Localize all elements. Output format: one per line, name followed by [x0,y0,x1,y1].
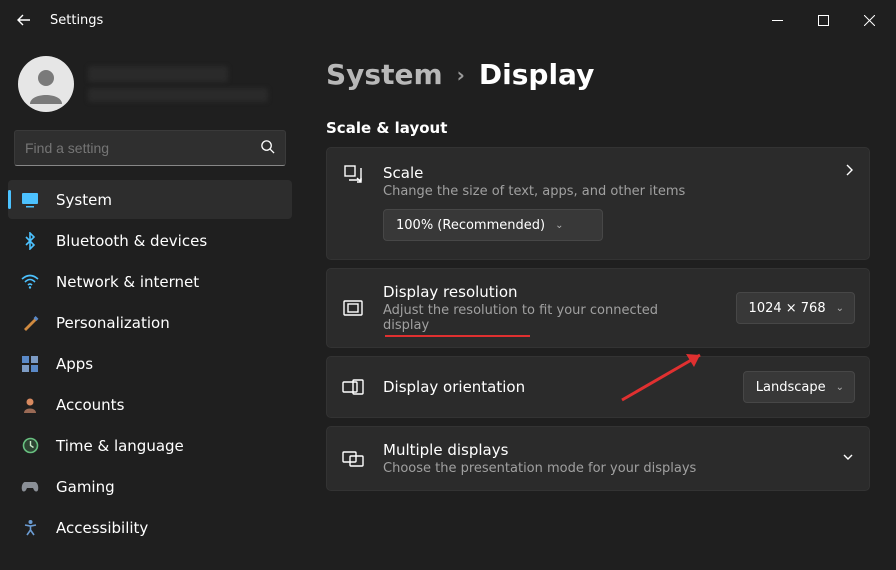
clock-icon [20,436,40,456]
nav-label: Personalization [56,314,170,332]
maximize-button[interactable] [800,4,846,36]
nav-label: Accounts [56,396,124,414]
search-box[interactable] [14,130,286,166]
chevron-down-icon: ⌄ [836,303,844,314]
scale-value: 100% (Recommended) [396,218,545,233]
bluetooth-icon [20,231,40,251]
nav-item-bluetooth[interactable]: Bluetooth & devices [8,221,292,260]
search-input[interactable] [25,140,260,156]
chevron-right-icon: › [457,63,465,87]
scale-card[interactable]: Scale Change the size of text, apps, and… [326,147,870,260]
breadcrumb-current: Display [479,58,594,91]
monitor-icon [20,190,40,210]
close-button[interactable] [846,4,892,36]
breadcrumb-parent[interactable]: System [326,58,443,91]
nav-item-personalization[interactable]: Personalization [8,303,292,342]
nav-item-gaming[interactable]: Gaming [8,467,292,506]
content-area: System › Display Scale & layout Scale Ch… [300,40,896,570]
scale-title: Scale [383,164,825,182]
resolution-subtitle: Adjust the resolution to fit your connec… [383,303,683,333]
user-icon [20,395,40,415]
nav-label: System [56,191,112,209]
orientation-value: Landscape [756,380,826,395]
resolution-value: 1024 × 768 [749,301,826,316]
chevron-down-icon [841,450,855,468]
profile-text [88,66,282,102]
wifi-icon [20,272,40,292]
accessibility-icon [20,518,40,538]
profile-block[interactable] [0,44,300,130]
breadcrumb: System › Display [326,58,870,91]
profile-email-redacted [88,88,268,102]
multiple-subtitle: Choose the presentation mode for your di… [383,461,783,476]
orientation-icon [341,379,365,395]
annotation-underline [385,335,530,337]
section-title: Scale & layout [326,119,870,137]
nav-label: Network & internet [56,273,199,291]
orientation-title: Display orientation [383,378,725,396]
profile-name-redacted [88,66,228,82]
nav-item-time[interactable]: Time & language [8,426,292,465]
nav-item-system[interactable]: System [8,180,292,219]
chevron-down-icon: ⌄ [836,382,844,393]
chevron-right-icon [843,164,855,180]
nav-item-apps[interactable]: Apps [8,344,292,383]
orientation-card: Display orientation Landscape ⌄ [326,356,870,418]
nav-label: Time & language [56,437,184,455]
resolution-title: Display resolution [383,283,518,301]
multiple-displays-card[interactable]: Multiple displays Choose the presentatio… [326,426,870,491]
nav-label: Accessibility [56,519,148,537]
apps-icon [20,354,40,374]
gamepad-icon [20,477,40,497]
minimize-button[interactable] [754,4,800,36]
back-button[interactable] [8,4,40,36]
nav-label: Apps [56,355,93,373]
scale-subtitle: Change the size of text, apps, and other… [383,184,723,199]
nav-label: Gaming [56,478,115,496]
nav-item-network[interactable]: Network & internet [8,262,292,301]
orientation-dropdown[interactable]: Landscape ⌄ [743,371,855,403]
nav-list: System Bluetooth & devices Network & int… [0,180,300,549]
search-icon [260,139,275,158]
titlebar: Settings [0,0,896,40]
scale-icon [341,164,365,184]
window-title: Settings [50,13,103,28]
resolution-dropdown[interactable]: 1024 × 768 ⌄ [736,292,855,324]
multiple-displays-icon [341,451,365,467]
sidebar: System Bluetooth & devices Network & int… [0,40,300,570]
avatar [18,56,74,112]
nav-label: Bluetooth & devices [56,232,207,250]
multiple-title: Multiple displays [383,441,823,459]
chevron-down-icon: ⌄ [555,220,563,231]
scale-dropdown[interactable]: 100% (Recommended) ⌄ [383,209,603,241]
nav-item-accessibility[interactable]: Accessibility [8,508,292,547]
resolution-icon [341,300,365,316]
nav-item-accounts[interactable]: Accounts [8,385,292,424]
brush-icon [20,313,40,333]
